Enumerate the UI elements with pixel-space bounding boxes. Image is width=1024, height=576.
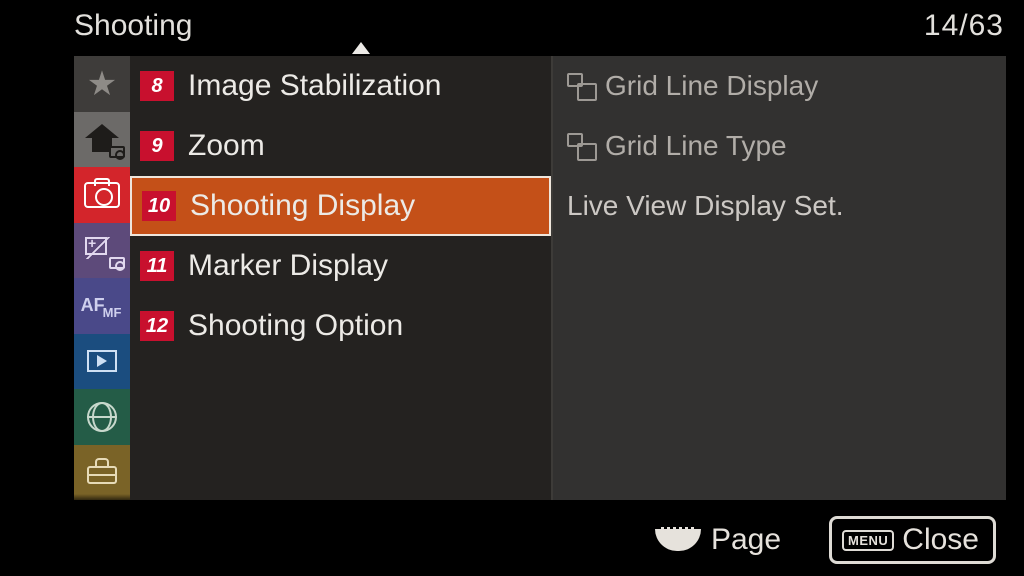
- menu-item-number: 10: [142, 191, 176, 221]
- menu-item-zoom[interactable]: 9 Zoom: [130, 116, 551, 176]
- tab-playback[interactable]: [74, 334, 130, 390]
- submenu-item-grid-line-type[interactable]: Grid Line Type: [553, 116, 1006, 176]
- category-sidebar: ★ + AFMF: [74, 56, 130, 500]
- submenu-item-grid-line-display[interactable]: Grid Line Display: [553, 56, 1006, 116]
- page-counter: 14/63: [924, 9, 1004, 43]
- menu-item-shooting-option[interactable]: 12 Shooting Option: [130, 296, 551, 356]
- page-label: Page: [711, 523, 781, 557]
- submenu-panel: Grid Line Display Grid Line Type Live Vi…: [553, 56, 1006, 500]
- playback-icon: [87, 350, 117, 372]
- close-button[interactable]: MENU Close: [829, 516, 996, 564]
- globe-icon: [87, 402, 117, 432]
- header-title: Shooting: [74, 9, 192, 43]
- menu-item-number: 8: [140, 71, 174, 101]
- focus-icon: AFMF: [81, 295, 124, 316]
- menu-item-marker-display[interactable]: 11 Marker Display: [130, 236, 551, 296]
- toolbox-icon: [85, 458, 119, 486]
- home-icon: [85, 124, 119, 154]
- header-bar: Shooting 14/63: [74, 6, 1004, 46]
- menu-item-label: Image Stabilization: [188, 69, 441, 103]
- menu-item-number: 12: [140, 311, 174, 341]
- camera-menu-screen: Shooting 14/63 ★ + AFMF: [0, 0, 1024, 576]
- submenu-item-live-view-display-set[interactable]: Live View Display Set.: [553, 176, 1006, 236]
- menu-item-label: Shooting Display: [190, 189, 415, 223]
- menu-body: ★ + AFMF: [74, 56, 1006, 500]
- footer-bar: Page MENU Close: [0, 512, 1024, 568]
- menu-item-number: 9: [140, 131, 174, 161]
- close-label: Close: [902, 523, 979, 557]
- menu-item-shooting-display[interactable]: 10 Shooting Display: [130, 176, 551, 236]
- still-video-icon: [567, 73, 595, 99]
- tab-focus[interactable]: AFMF: [74, 278, 130, 334]
- menu-item-image-stabilization[interactable]: 8 Image Stabilization: [130, 56, 551, 116]
- tab-exposure[interactable]: +: [74, 223, 130, 279]
- submenu-item-label: Grid Line Display: [605, 70, 818, 102]
- menu-item-number: 11: [140, 251, 174, 281]
- menu-item-label: Zoom: [188, 129, 265, 163]
- tab-favorites[interactable]: ★: [74, 56, 130, 112]
- tab-shooting[interactable]: [74, 167, 130, 223]
- still-video-icon: [567, 133, 595, 159]
- submenu-item-label: Grid Line Type: [605, 130, 787, 162]
- menu-item-label: Shooting Option: [188, 309, 403, 343]
- star-icon: ★: [87, 67, 117, 101]
- tab-main[interactable]: [74, 112, 130, 168]
- scroll-up-indicator-icon: [352, 42, 370, 54]
- menu-list: 8 Image Stabilization 9 Zoom 10 Shooting…: [130, 56, 553, 500]
- menu-item-label: Marker Display: [188, 249, 388, 283]
- tab-network[interactable]: [74, 389, 130, 445]
- dial-icon: [655, 529, 701, 551]
- page-control[interactable]: Page: [655, 523, 781, 557]
- camera-icon: [84, 182, 120, 208]
- tab-setup[interactable]: [74, 445, 130, 501]
- menu-badge-icon: MENU: [842, 530, 894, 551]
- exposure-icon: +: [85, 237, 119, 263]
- submenu-item-label: Live View Display Set.: [567, 190, 844, 222]
